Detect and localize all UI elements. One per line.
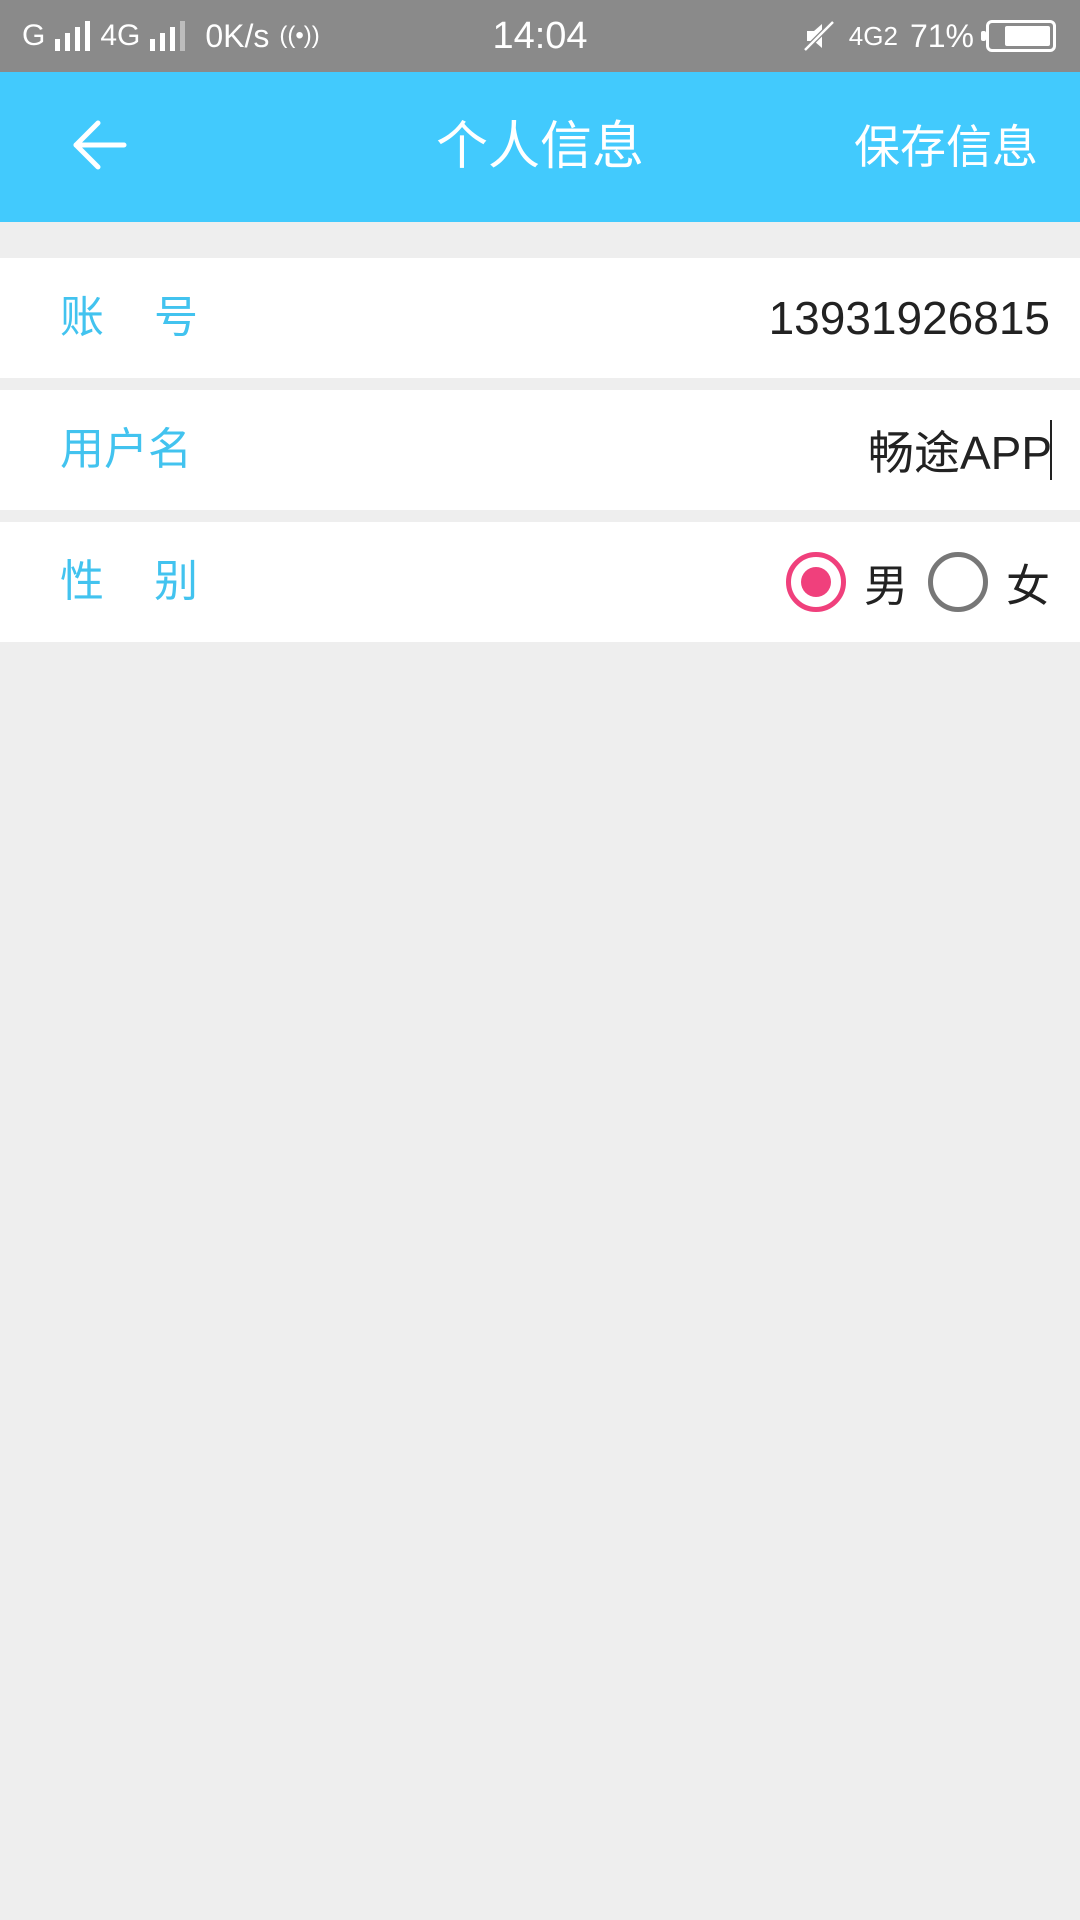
gender-option-female[interactable]: 女 bbox=[928, 550, 1050, 614]
battery-fill bbox=[1004, 26, 1050, 46]
gender-label: 性别 bbox=[60, 556, 248, 607]
text-cursor bbox=[1050, 420, 1052, 480]
status-bar-right: 4G2 71% bbox=[801, 0, 1056, 72]
gender-option-male[interactable]: 男 bbox=[786, 550, 908, 614]
back-button[interactable] bbox=[60, 107, 140, 187]
username-row: 用户名 bbox=[0, 390, 1080, 510]
battery-percent: 71% bbox=[909, 17, 974, 54]
account-label: 账号 bbox=[60, 292, 248, 343]
account-value: 13931926815 bbox=[768, 292, 1050, 344]
app-bar: 个人信息 保存信息 bbox=[0, 72, 1080, 222]
gender-option-male-label: 男 bbox=[864, 561, 908, 612]
arrow-left-icon bbox=[70, 115, 130, 179]
radio-dot bbox=[801, 567, 831, 597]
gender-row: 性别 男 女 bbox=[0, 522, 1080, 642]
gender-radio-group: 男 女 bbox=[786, 522, 1050, 642]
gender-option-female-label: 女 bbox=[1006, 561, 1050, 612]
radio-checked-icon[interactable] bbox=[786, 552, 846, 612]
network-type-right: 4G2 bbox=[848, 21, 898, 51]
username-label: 用户名 bbox=[60, 424, 192, 475]
save-button[interactable]: 保存信息 bbox=[854, 72, 1038, 222]
battery-icon bbox=[981, 20, 1056, 52]
radio-unchecked-icon[interactable] bbox=[928, 552, 988, 612]
account-row: 账号 13931926815 bbox=[0, 258, 1080, 378]
status-bar: G 4G 0K/s ((•)) 14:04 4G2 71% bbox=[0, 0, 1080, 72]
mute-icon bbox=[801, 18, 837, 54]
username-input[interactable] bbox=[452, 410, 1052, 490]
